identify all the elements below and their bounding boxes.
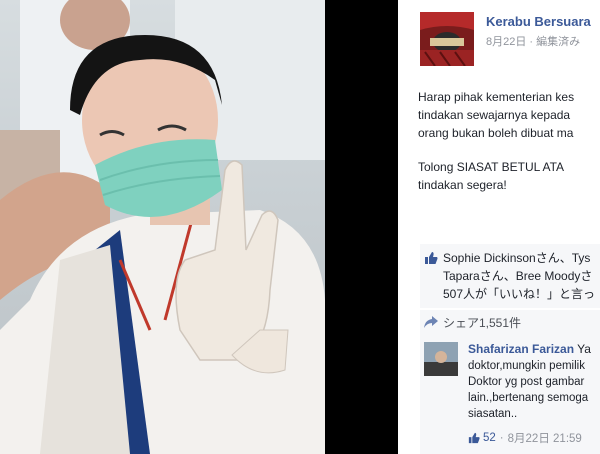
post-line: Harap pihak kementerian kes — [418, 90, 575, 104]
thumbs-up-icon — [425, 252, 438, 264]
photo-illustration — [0, 0, 325, 454]
post-photo[interactable] — [0, 0, 325, 454]
keffiyeh-avatar-icon — [420, 12, 474, 66]
comment-text: doktor,mungkin pemilik Doktor yg post ga… — [468, 358, 588, 422]
comment-item: Shafarizan Farizan Ya doktor,mungkin pem… — [420, 334, 600, 454]
commenter-avatar[interactable] — [424, 342, 458, 376]
comment-line: siasatan.. — [468, 408, 518, 420]
page-avatar[interactable] — [420, 12, 474, 66]
comment-timestamp[interactable]: 8月22日 21:59 — [508, 430, 582, 446]
likes-line[interactable]: 507人が「いいね！」と言っ — [443, 285, 595, 303]
post-meta: 8月22日 · 編集済み — [486, 33, 580, 49]
likes-line[interactable]: Taparaさん、Bree Moodyさ — [443, 267, 595, 285]
post-sidebar: Kerabu Bersuara 8月22日 · 編集済み Harap pihak… — [398, 0, 600, 454]
edited-label[interactable]: 編集済み — [536, 36, 580, 48]
post-line: orang bukan boleh dibuat ma — [418, 126, 574, 140]
page-name-link[interactable]: Kerabu Bersuara — [486, 14, 591, 29]
commenter-name-link[interactable]: Shafarizan Farizan — [468, 342, 574, 356]
share-icon — [424, 316, 438, 328]
post-text: Harap pihak kementerian kes tindakan sew… — [418, 88, 600, 194]
likes-summary[interactable]: Sophie Dickinsonさん、Tys Taparaさん、Bree Moo… — [420, 244, 600, 308]
meta-separator: · — [529, 36, 534, 48]
post-date[interactable]: 8月22日 — [486, 36, 526, 48]
comment-like-count[interactable]: 52 — [483, 432, 496, 444]
comment-line: lain.,bertenang semoga — [468, 392, 589, 404]
lightbox-background — [325, 0, 398, 454]
post-line: Tolong SIASAT BETUL ATA — [418, 160, 565, 174]
share-count[interactable]: シェア1,551件 — [420, 310, 600, 334]
comment-first-words: Ya — [574, 342, 591, 356]
post-line: tindakan sewajarnya kepada — [418, 108, 571, 122]
commenter-photo — [424, 342, 458, 376]
comment-meta: 52 · 8月22日 21:59 — [468, 430, 582, 446]
share-label[interactable]: シェア1,551件 — [443, 314, 521, 331]
comment-line: doktor,mungkin pemilik — [468, 360, 585, 372]
commenter-name: Shafarizan Farizan Ya — [468, 342, 591, 356]
meta-separator: · — [499, 432, 504, 444]
thumbs-up-icon — [468, 432, 480, 444]
comment-line: Doktor yg post gambar — [468, 376, 585, 388]
post-line: tindakan segera! — [418, 178, 507, 192]
likes-line[interactable]: Sophie Dickinsonさん、Tys — [443, 249, 595, 267]
